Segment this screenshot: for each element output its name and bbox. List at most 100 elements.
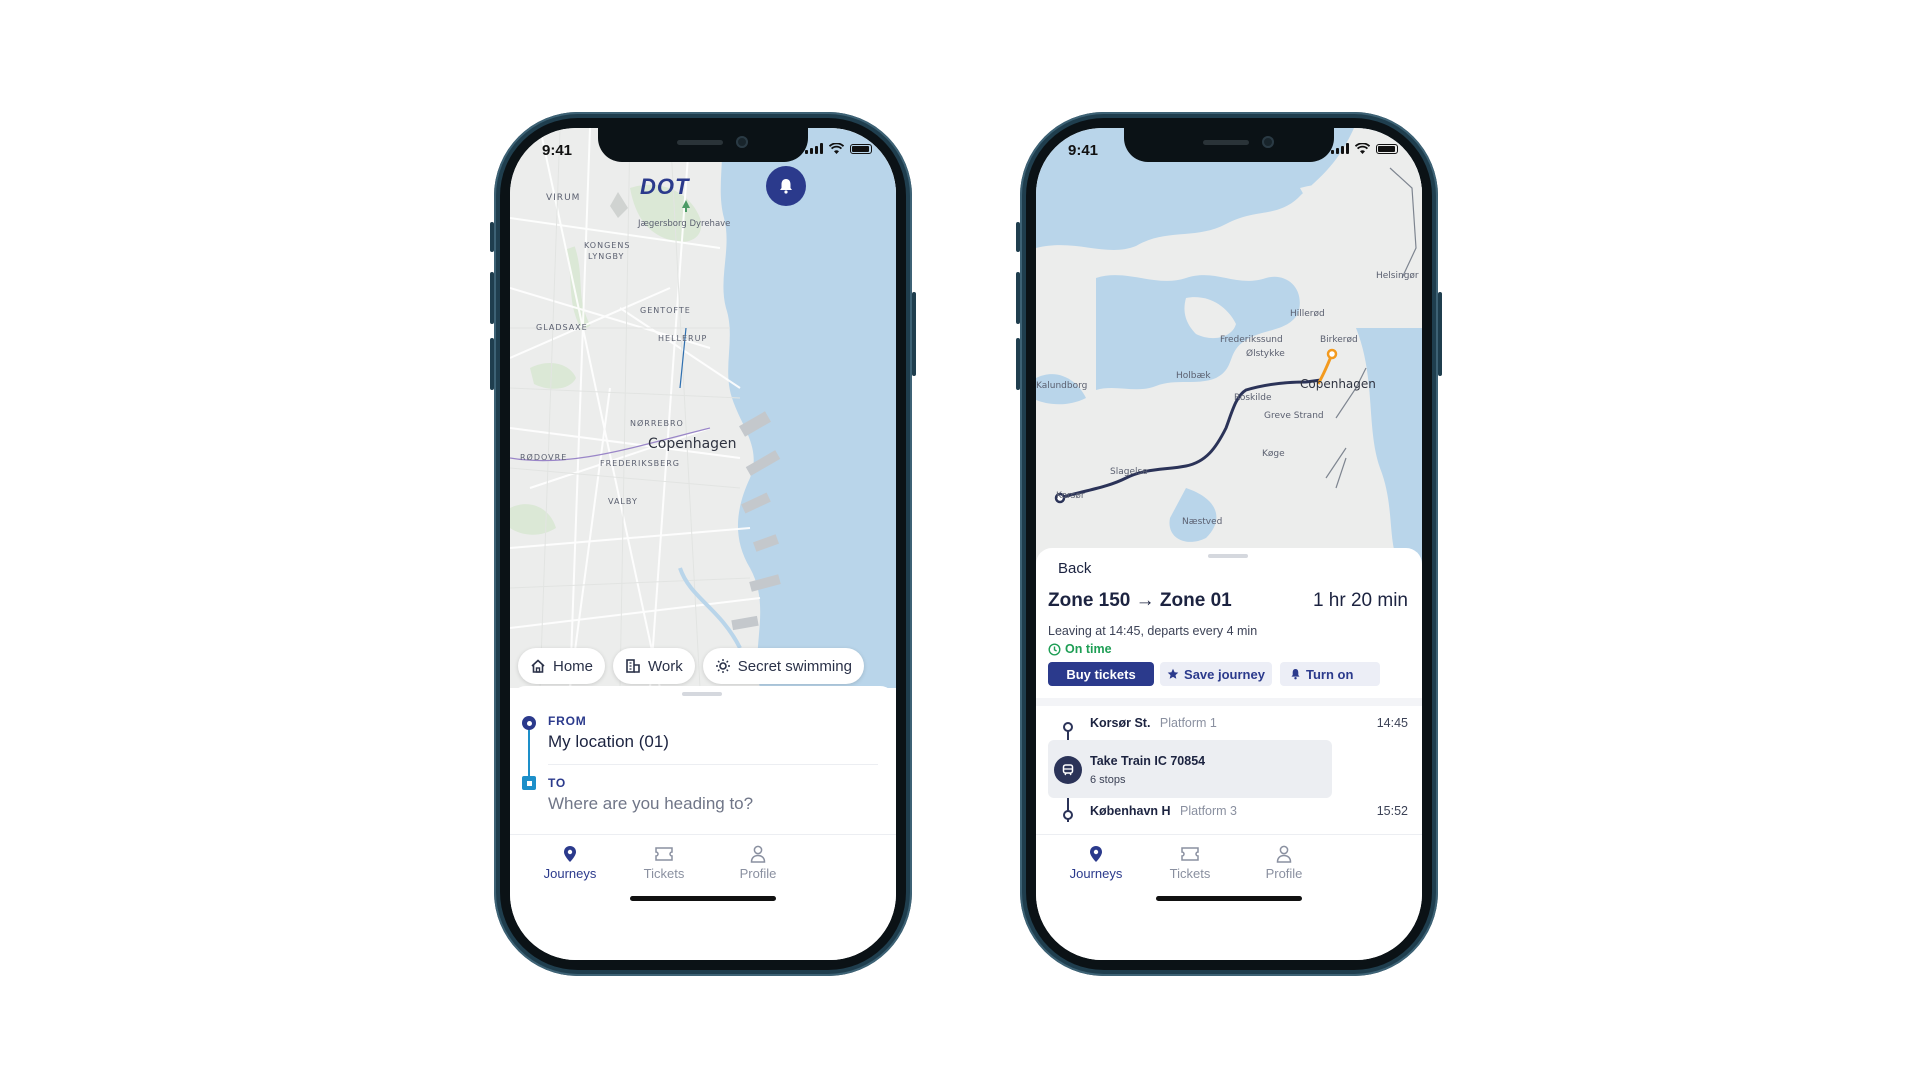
power-button <box>1438 292 1442 376</box>
from-value: My location (01) <box>548 732 669 751</box>
action-row: Buy tickets Save journey Turn on <box>1048 662 1422 690</box>
chip-secret-swimming[interactable]: Secret swimming <box>702 648 864 684</box>
save-journey-label: Save journey <box>1184 666 1265 682</box>
map-label-rodovre: RØDOVRE <box>520 452 567 462</box>
map-label-gladsaxe: GLADSAXE <box>536 323 588 332</box>
bell-icon <box>1291 669 1300 680</box>
start-station: Korsør St. <box>1090 716 1151 730</box>
chip-secret-swimming-label: Secret swimming <box>737 657 852 675</box>
status-time: 9:41 <box>1068 142 1099 159</box>
save-journey-button[interactable]: Save journey <box>1160 662 1272 686</box>
nav-profile-label: Profile <box>1265 866 1303 881</box>
map-label-hillerod: Hillerød <box>1290 309 1325 319</box>
nav-tickets[interactable]: Tickets <box>1140 845 1240 881</box>
search-sheet: FROM My location (01) TO Where are you h… <box>510 686 896 846</box>
sheet-handle[interactable] <box>682 692 722 696</box>
map-label-frederiksberg: FREDERIKSBERG <box>600 459 680 468</box>
brand-logo: DOT <box>640 174 690 199</box>
home-indicator[interactable] <box>630 896 776 901</box>
ride-stops: 6 stops <box>1090 774 1126 786</box>
chip-work-label: Work <box>648 657 683 675</box>
map-label-greve-strand: Greve Strand <box>1264 411 1324 421</box>
home-indicator[interactable] <box>1156 896 1302 901</box>
map-label-copenhagen: Copenhagen <box>648 436 737 452</box>
star-icon <box>1167 668 1179 679</box>
map-label-holbaek: Holbæk <box>1176 371 1211 381</box>
leg-start[interactable]: Korsør St. Platform 1 14:45 <box>1090 716 1408 734</box>
home-icon <box>531 659 545 673</box>
start-platform: Platform 1 <box>1159 716 1217 730</box>
ticket-icon <box>1181 847 1199 861</box>
from-dot-icon <box>522 716 536 730</box>
person-icon <box>1276 845 1292 863</box>
nav-tickets[interactable]: Tickets <box>614 845 714 881</box>
ticket-icon <box>655 847 673 861</box>
location-pin-icon <box>564 846 576 862</box>
map-label-naestved: Næstved <box>1182 517 1222 527</box>
nav-journeys-label: Journeys <box>1069 866 1123 881</box>
to-label: TO <box>548 776 567 790</box>
map-label-koge: Køge <box>1262 449 1285 459</box>
map-label-roskilde: Roskilde <box>1234 393 1272 403</box>
clock-icon <box>1048 642 1061 656</box>
map-label-copenhagen: Copenhagen <box>1300 377 1376 391</box>
to-square-icon <box>522 776 536 790</box>
nav-journeys[interactable]: Journeys <box>1046 845 1146 881</box>
sheet-handle[interactable] <box>1208 554 1248 558</box>
start-time: 14:45 <box>1376 716 1408 730</box>
nav-journeys-label: Journeys <box>543 866 597 881</box>
volume-down-button <box>490 338 494 390</box>
location-pin-icon <box>1090 846 1102 862</box>
notifications-button[interactable] <box>766 166 806 206</box>
phone-left: 9:41 VIRUM Jægersborg Dyrehave KONGENS L… <box>490 112 916 976</box>
map-label-kalundborg: Kalundborg <box>1036 381 1087 391</box>
map-label-hellerup: HELLERUP <box>658 334 707 343</box>
back-link[interactable]: Back <box>1058 560 1091 577</box>
stop-dot-icon <box>1063 722 1073 732</box>
map-label-dyrehave: Jægersborg Dyrehave <box>637 219 730 229</box>
battery-icon <box>1376 143 1398 154</box>
volume-down-button <box>1016 338 1020 390</box>
chip-work[interactable]: Work <box>613 648 695 684</box>
from-field[interactable]: FROM My location (01) <box>548 714 878 758</box>
map-label-virum: VIRUM <box>546 193 580 203</box>
screen-search: 9:41 VIRUM Jægersborg Dyrehave KONGENS L… <box>510 128 896 960</box>
nav-tickets-label: Tickets <box>1169 866 1211 881</box>
nav-profile[interactable]: Profile <box>708 845 808 881</box>
building-icon <box>626 659 640 673</box>
turn-on-notifications-button[interactable]: Turn on <box>1280 662 1380 686</box>
leg-end[interactable]: København H Platform 3 15:52 <box>1090 804 1408 822</box>
screen-journey: 9:41 Helsingør Hillerød Frederikssund Bi… <box>1036 128 1422 960</box>
itinerary: Korsør St. Platform 1 14:45 Take Train I… <box>1036 706 1422 846</box>
chip-home[interactable]: Home <box>518 648 606 684</box>
signal-icon <box>805 143 823 154</box>
quick-places: Home Work Secret swimming <box>518 648 864 684</box>
map-label-helsingor: Helsingør <box>1376 271 1419 281</box>
to-field[interactable]: TO Where are you heading to? <box>548 776 878 820</box>
map-label-lyngby: LYNGBY <box>588 252 624 261</box>
nav-profile[interactable]: Profile <box>1234 845 1334 881</box>
to-placeholder: Where are you heading to? <box>548 794 754 813</box>
map-label-valby: VALBY <box>608 497 638 506</box>
journey-zones: Zone 150 → Zone 01 <box>1048 590 1232 611</box>
train-icon <box>1054 756 1082 784</box>
end-station: København H <box>1090 804 1171 818</box>
journey-sheet: Back Zone 150 → Zone 01 1 hr 20 min Leav… <box>1036 548 1422 848</box>
buy-tickets-label: Buy tickets <box>1066 666 1136 682</box>
map-zealand[interactable]: Helsingør Hillerød Frederikssund Birkerø… <box>1036 128 1422 568</box>
end-time: 15:52 <box>1376 804 1408 818</box>
signal-icon <box>1331 143 1349 154</box>
map-label-slagelse: Slagelse <box>1110 467 1148 477</box>
power-button <box>912 292 916 376</box>
sun-icon <box>715 659 730 673</box>
map-copenhagen[interactable]: VIRUM Jægersborg Dyrehave KONGENS LYNGBY… <box>510 128 896 688</box>
buy-tickets-button[interactable]: Buy tickets <box>1048 662 1154 686</box>
status-time: 9:41 <box>542 142 573 159</box>
from-label: FROM <box>548 714 587 728</box>
volume-up-button <box>1016 272 1020 324</box>
map-label-norrebro: NØRREBRO <box>630 418 684 428</box>
stop-dot-icon <box>1063 810 1073 820</box>
nav-journeys[interactable]: Journeys <box>520 845 620 881</box>
leg-train[interactable]: Take Train IC 70854 6 stops <box>1048 740 1332 798</box>
wifi-icon <box>829 143 844 154</box>
